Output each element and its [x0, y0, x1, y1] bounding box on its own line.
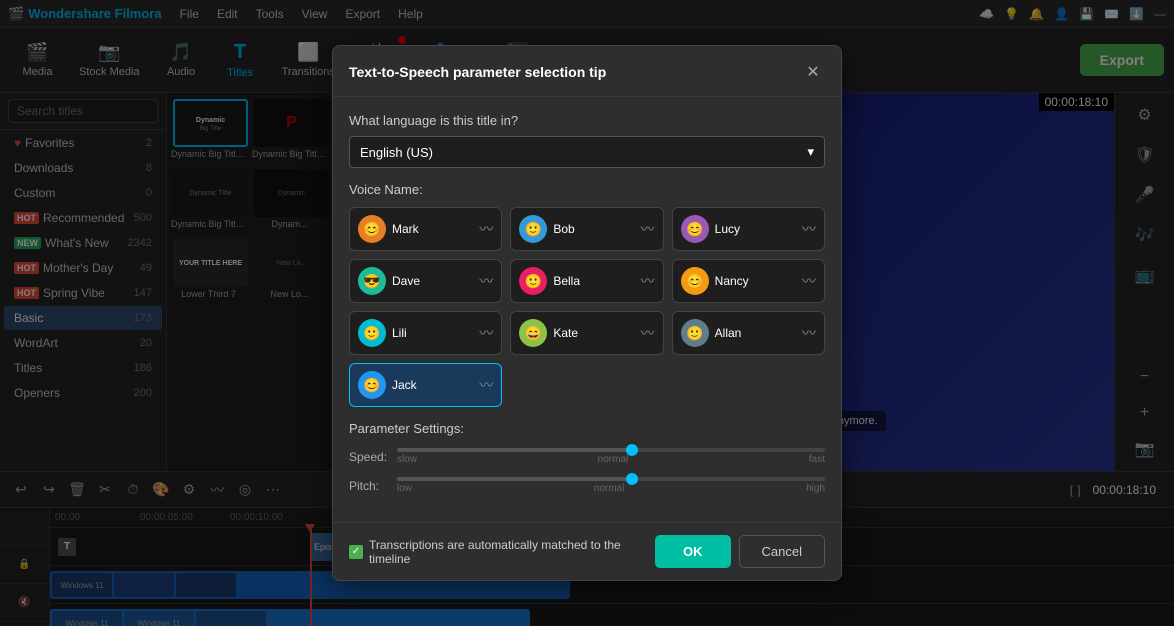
dialog-footer: ✓ Transcriptions are automatically match… — [333, 522, 841, 580]
auto-match-checkbox-row: ✓ Transcriptions are automatically match… — [349, 538, 655, 566]
voice-wave-jack[interactable]: 〰 — [479, 375, 493, 395]
voice-avatar-lili: 🙂 — [358, 319, 386, 347]
pitch-mid-label: normal — [594, 483, 625, 494]
language-select[interactable]: English (US) ▾ — [349, 136, 825, 168]
voice-wave-nancy[interactable]: 〰 — [802, 271, 816, 291]
pitch-thumb[interactable] — [626, 473, 638, 485]
cancel-button[interactable]: Cancel — [739, 535, 825, 568]
voice-wave-dave[interactable]: 〰 — [479, 271, 493, 291]
pitch-min-label: low — [397, 483, 412, 494]
voice-name-bella: Bella — [553, 274, 634, 288]
voice-name-label: Voice Name: — [349, 182, 825, 197]
dialog-title: Text-to-Speech parameter selection tip — [349, 64, 606, 80]
voice-nancy[interactable]: 😊 Nancy 〰 — [672, 259, 825, 303]
voice-avatar-bella: 🙂 — [519, 267, 547, 295]
tts-dialog: Text-to-Speech parameter selection tip ✕… — [332, 45, 842, 581]
pitch-label: Pitch: — [349, 479, 389, 493]
voice-bella[interactable]: 🙂 Bella 〰 — [510, 259, 663, 303]
voice-wave-lucy[interactable]: 〰 — [802, 219, 816, 239]
voice-allan[interactable]: 🙂 Allan 〰 — [672, 311, 825, 355]
voice-wave-mark[interactable]: 〰 — [479, 219, 493, 239]
voice-avatar-dave: 😎 — [358, 267, 386, 295]
voice-name-lucy: Lucy — [715, 222, 796, 236]
voice-lucy[interactable]: 😊 Lucy 〰 — [672, 207, 825, 251]
voice-wave-bob[interactable]: 〰 — [641, 219, 655, 239]
voice-mark[interactable]: 😊 Mark 〰 — [349, 207, 502, 251]
param-settings-label: Parameter Settings: — [349, 421, 825, 436]
speed-thumb[interactable] — [626, 444, 638, 456]
dialog-buttons: OK Cancel — [655, 535, 825, 568]
voice-name-dave: Dave — [392, 274, 473, 288]
voice-wave-lili[interactable]: 〰 — [479, 323, 493, 343]
voice-name-jack: Jack — [392, 378, 473, 392]
voice-wave-allan[interactable]: 〰 — [802, 323, 816, 343]
pitch-fill — [397, 477, 632, 481]
auto-match-label: Transcriptions are automatically matched… — [369, 538, 655, 566]
voice-grid: 😊 Mark 〰 🙂 Bob 〰 😊 Lucy 〰 😎 Dave — [349, 207, 825, 407]
pitch-slider-row: Pitch: low normal high — [349, 477, 825, 494]
language-label: What language is this title in? — [349, 113, 825, 128]
voice-dave[interactable]: 😎 Dave 〰 — [349, 259, 502, 303]
voice-wave-kate[interactable]: 〰 — [641, 323, 655, 343]
voice-avatar-lucy: 😊 — [681, 215, 709, 243]
ok-button[interactable]: OK — [655, 535, 731, 568]
voice-avatar-jack: 😊 — [358, 371, 386, 399]
voice-avatar-kate: 😄 — [519, 319, 547, 347]
voice-name-allan: Allan — [715, 326, 796, 340]
speed-mid-label: normal — [598, 454, 629, 465]
voice-avatar-nancy: 😊 — [681, 267, 709, 295]
voice-kate[interactable]: 😄 Kate 〰 — [510, 311, 663, 355]
speed-fill — [397, 448, 632, 452]
speed-min-label: slow — [397, 454, 417, 465]
speed-slider-row: Speed: slow normal fast — [349, 448, 825, 465]
dialog-header: Text-to-Speech parameter selection tip ✕ — [333, 46, 841, 97]
auto-match-checkbox[interactable]: ✓ — [349, 545, 363, 559]
voice-wave-bella[interactable]: 〰 — [641, 271, 655, 291]
speed-slider[interactable]: slow normal fast — [397, 448, 825, 465]
language-value: English (US) — [360, 145, 433, 160]
voice-name-bob: Bob — [553, 222, 634, 236]
voice-name-nancy: Nancy — [715, 274, 796, 288]
pitch-slider[interactable]: low normal high — [397, 477, 825, 494]
speed-label: Speed: — [349, 450, 389, 464]
voice-lili[interactable]: 🙂 Lili 〰 — [349, 311, 502, 355]
pitch-max-label: high — [806, 483, 825, 494]
voice-name-kate: Kate — [553, 326, 634, 340]
voice-jack[interactable]: 😊 Jack 〰 — [349, 363, 502, 407]
dialog-overlay: Text-to-Speech parameter selection tip ✕… — [0, 0, 1174, 626]
dialog-body: What language is this title in? English … — [333, 97, 841, 522]
voice-avatar-allan: 🙂 — [681, 319, 709, 347]
dialog-close-button[interactable]: ✕ — [801, 60, 825, 84]
voice-avatar-mark: 😊 — [358, 215, 386, 243]
voice-bob[interactable]: 🙂 Bob 〰 — [510, 207, 663, 251]
voice-avatar-bob: 🙂 — [519, 215, 547, 243]
speed-max-label: fast — [809, 454, 825, 465]
select-chevron-icon: ▾ — [807, 144, 814, 160]
voice-name-lili: Lili — [392, 326, 473, 340]
voice-name-mark: Mark — [392, 222, 473, 236]
